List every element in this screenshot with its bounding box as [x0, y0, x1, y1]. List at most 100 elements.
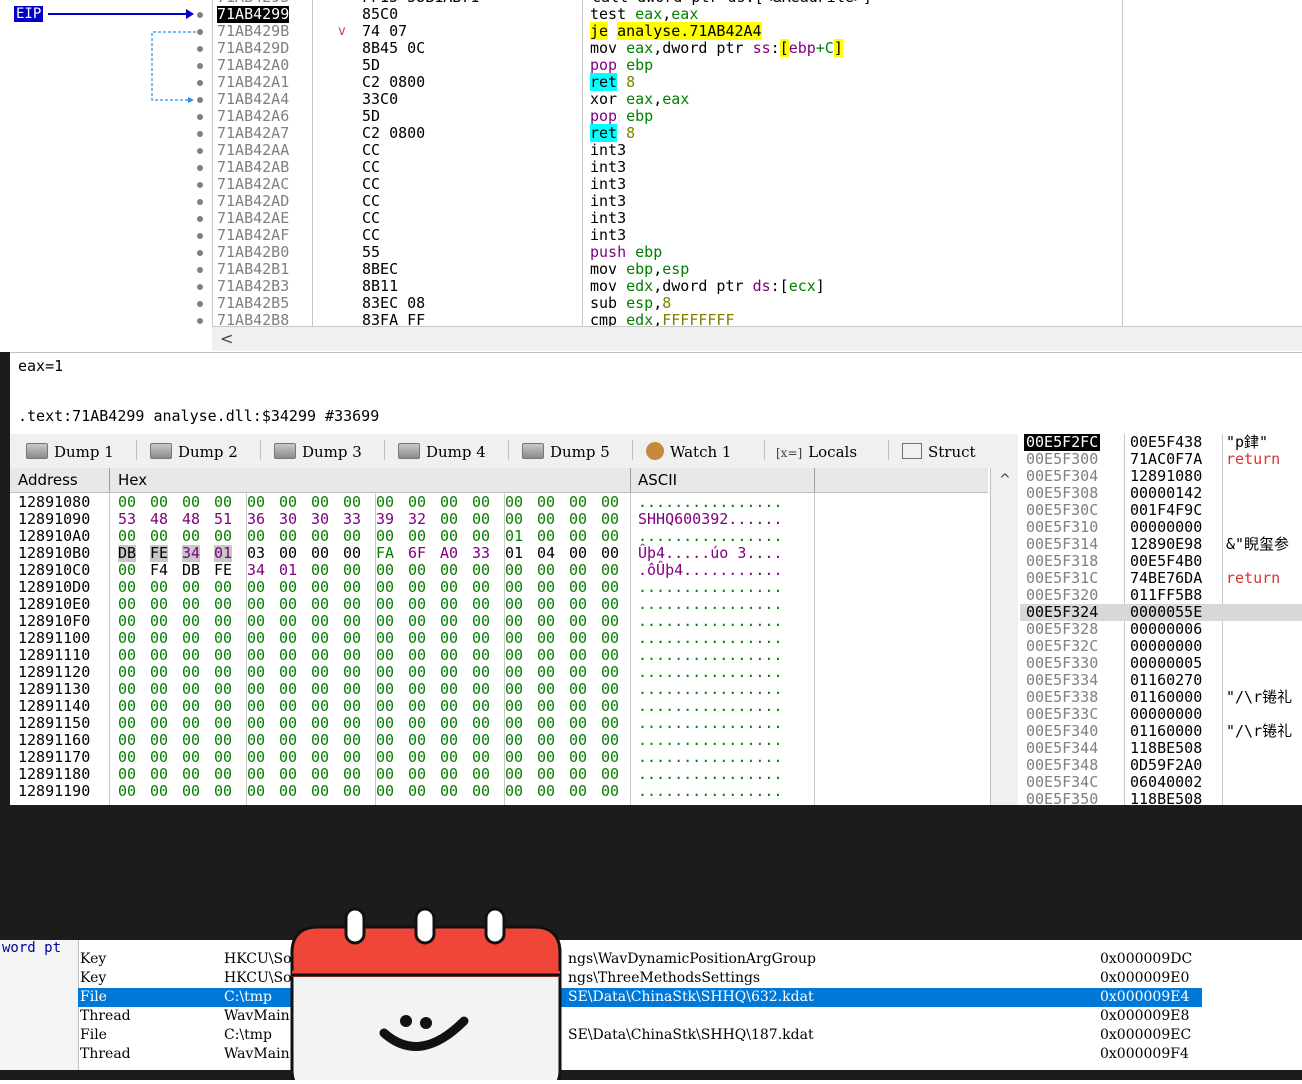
- dump-byte[interactable]: 00: [343, 494, 361, 511]
- dump-byte[interactable]: 00: [311, 749, 329, 766]
- dump-byte[interactable]: 00: [408, 579, 426, 596]
- dump-byte[interactable]: 00: [376, 528, 394, 545]
- disasm-row[interactable]: 71AB42AC CC int3: [0, 176, 1292, 193]
- dump-byte[interactable]: 00: [247, 647, 265, 664]
- handle-row[interactable]: Key HKCU\So ngs\ThreeMethodsSettings 0x0000…: [0, 969, 1302, 988]
- tab-struct[interactable]: Struct: [902, 438, 976, 466]
- dump-byte[interactable]: 00: [408, 647, 426, 664]
- dump-byte[interactable]: 00: [505, 630, 523, 647]
- dump-byte[interactable]: 00: [537, 511, 555, 528]
- dump-byte[interactable]: 00: [311, 732, 329, 749]
- dump-byte[interactable]: 00: [182, 698, 200, 715]
- dump-byte[interactable]: 00: [118, 732, 136, 749]
- disasm-row[interactable]: 71AB42B3 8B11 mov edx,dword ptr ds:[ecx]: [0, 278, 1292, 295]
- dump-byte[interactable]: 00: [569, 511, 587, 528]
- dump-byte[interactable]: 00: [537, 494, 555, 511]
- dump-byte[interactable]: 00: [601, 511, 619, 528]
- dump-byte[interactable]: 00: [214, 613, 232, 630]
- dump-byte[interactable]: 00: [247, 681, 265, 698]
- dump-byte[interactable]: 00: [182, 732, 200, 749]
- dump-byte[interactable]: 00: [537, 528, 555, 545]
- dump-byte[interactable]: 00: [182, 579, 200, 596]
- dump-byte[interactable]: 00: [118, 749, 136, 766]
- dump-byte[interactable]: 03: [247, 545, 265, 562]
- dump-byte[interactable]: 33: [343, 511, 361, 528]
- dump-byte[interactable]: 00: [505, 647, 523, 664]
- dump-byte[interactable]: 00: [247, 698, 265, 715]
- dump-byte[interactable]: 00: [505, 562, 523, 579]
- dump-byte[interactable]: 00: [118, 613, 136, 630]
- dump-byte[interactable]: 00: [376, 562, 394, 579]
- dump-byte[interactable]: 00: [279, 664, 297, 681]
- dump-byte[interactable]: 00: [343, 715, 361, 732]
- dump-vertical-scrollbar[interactable]: ^: [990, 468, 1018, 805]
- dump-byte[interactable]: 00: [601, 681, 619, 698]
- dump-byte[interactable]: 00: [505, 613, 523, 630]
- dump-byte[interactable]: 00: [472, 664, 490, 681]
- stack-row[interactable]: 00E5F304 12891080: [1020, 468, 1302, 485]
- stack-row[interactable]: 00E5F310 00000000: [1020, 519, 1302, 536]
- tab-watch-1[interactable]: Watch 1: [646, 438, 731, 466]
- header-hex[interactable]: Hex: [118, 468, 147, 492]
- dump-byte[interactable]: 00: [440, 681, 458, 698]
- dump-row[interactable]: 12891140 00 00 00 00 00 00 00 00 00 00 00 00 00 00 00 00…: [10, 698, 988, 715]
- dump-byte[interactable]: 39: [376, 511, 394, 528]
- dump-byte[interactable]: 00: [376, 698, 394, 715]
- dump-byte[interactable]: 00: [440, 528, 458, 545]
- dump-byte[interactable]: 00: [247, 749, 265, 766]
- header-ascii[interactable]: ASCII: [638, 468, 677, 492]
- dump-byte[interactable]: 00: [440, 715, 458, 732]
- dump-byte[interactable]: 00: [537, 681, 555, 698]
- dump-byte[interactable]: 34: [247, 562, 265, 579]
- dump-byte[interactable]: 00: [601, 664, 619, 681]
- dump-byte[interactable]: 00: [601, 545, 619, 562]
- dump-byte[interactable]: 00: [569, 613, 587, 630]
- dump-byte[interactable]: FE: [214, 562, 232, 579]
- dump-row[interactable]: 12891080 00 00 00 00 00 00 00 00 00 00 00 00 00 00 00 00…: [10, 494, 988, 511]
- dump-row[interactable]: 12891190 00 00 00 00 00 00 00 00 00 00 00 00 00 00 00 00…: [10, 783, 988, 800]
- dump-byte[interactable]: 00: [408, 494, 426, 511]
- dump-byte[interactable]: 00: [472, 783, 490, 800]
- dump-byte[interactable]: 00: [118, 494, 136, 511]
- dump-byte[interactable]: 00: [311, 613, 329, 630]
- dump-byte[interactable]: 00: [408, 732, 426, 749]
- stack-row[interactable]: 00E5F334 01160270: [1020, 672, 1302, 689]
- dump-byte[interactable]: 00: [440, 494, 458, 511]
- dump-byte[interactable]: 00: [311, 630, 329, 647]
- dump-byte[interactable]: 32: [408, 511, 426, 528]
- dump-byte[interactable]: 00: [214, 732, 232, 749]
- dump-byte[interactable]: 00: [376, 783, 394, 800]
- tab-dump-4[interactable]: Dump 4: [398, 438, 486, 466]
- dump-byte[interactable]: 00: [279, 596, 297, 613]
- dump-byte[interactable]: 00: [601, 698, 619, 715]
- breakpoint-dot[interactable]: [197, 165, 203, 171]
- dump-byte[interactable]: 00: [343, 562, 361, 579]
- dump-byte[interactable]: 00: [408, 766, 426, 783]
- dump-byte[interactable]: 00: [601, 749, 619, 766]
- dump-byte[interactable]: 00: [505, 579, 523, 596]
- dump-byte[interactable]: 00: [569, 715, 587, 732]
- dump-byte[interactable]: 00: [214, 715, 232, 732]
- breakpoint-dot[interactable]: [197, 301, 203, 307]
- dump-byte[interactable]: 01: [214, 545, 233, 562]
- dump-byte[interactable]: 00: [343, 749, 361, 766]
- dump-byte[interactable]: 00: [472, 579, 490, 596]
- handle-row[interactable]: File C:\tmp SE\Data\ChinaStk\SHHQ\187.kdat…: [0, 1026, 1302, 1045]
- dump-byte[interactable]: 00: [279, 681, 297, 698]
- dump-byte[interactable]: 00: [601, 647, 619, 664]
- dump-byte[interactable]: 00: [408, 630, 426, 647]
- dump-byte[interactable]: 00: [343, 613, 361, 630]
- stack-row[interactable]: 00E5F324 0000055E: [1020, 604, 1302, 621]
- dump-row[interactable]: 12891170 00 00 00 00 00 00 00 00 00 00 00 00 00 00 00 00…: [10, 749, 988, 766]
- dump-byte[interactable]: 00: [118, 698, 136, 715]
- handle-row[interactable]: Thread WavMain 0x000009E8: [0, 1007, 1302, 1026]
- dump-byte[interactable]: 6F: [408, 545, 426, 562]
- dump-byte[interactable]: 00: [214, 630, 232, 647]
- dump-byte[interactable]: 00: [118, 630, 136, 647]
- dump-byte[interactable]: 00: [408, 528, 426, 545]
- dump-byte[interactable]: 00: [408, 664, 426, 681]
- dump-byte[interactable]: 00: [343, 545, 361, 562]
- stack-row[interactable]: 00E5F32C 00000000: [1020, 638, 1302, 655]
- dump-byte[interactable]: 00: [247, 596, 265, 613]
- disasm-row[interactable]: 71AB42A6 5D pop ebp: [0, 108, 1292, 125]
